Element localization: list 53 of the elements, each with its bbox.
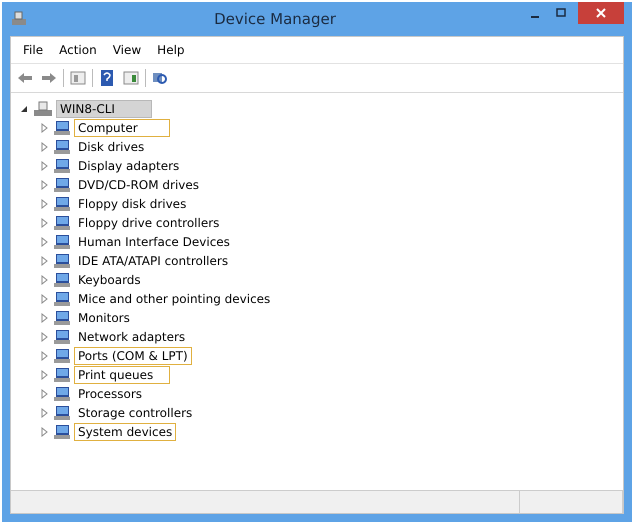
device-icon [53, 366, 71, 382]
tree-item[interactable]: Network adapters [74, 328, 190, 346]
device-icon [53, 252, 71, 268]
device-icon [53, 310, 71, 326]
collapse-arrow-icon[interactable] [19, 104, 29, 114]
device-icon [53, 138, 71, 154]
tree-item[interactable]: System devices [74, 422, 176, 440]
back-arrow-icon [17, 72, 33, 84]
close-icon [596, 8, 606, 18]
panel-icon [123, 71, 139, 85]
window-title: Device Manager [213, 10, 337, 28]
tree-item[interactable]: Mice and other pointing devices [74, 290, 274, 308]
device-icon [53, 424, 71, 440]
tree-item[interactable]: WIN8-CLI [56, 100, 152, 118]
tree-item[interactable]: Print queues [74, 366, 170, 384]
menu-item[interactable]: Help [149, 41, 193, 59]
device-icon [53, 290, 71, 306]
tree-item[interactable]: Floppy drive controllers [74, 214, 224, 232]
tree-item[interactable]: Human Interface Devices [74, 232, 234, 250]
device-icon [53, 348, 71, 364]
tree-item[interactable]: Monitors [74, 308, 134, 326]
tree-item[interactable]: Computer [74, 118, 170, 136]
close-button[interactable] [578, 2, 624, 24]
menu-item[interactable]: View [104, 41, 150, 59]
tree-item[interactable]: Display adapters [74, 156, 184, 174]
device-icon [53, 272, 71, 288]
tree-item[interactable]: DVD/CD-ROM drives [74, 176, 204, 194]
device-icon [53, 196, 71, 212]
device-icon [53, 404, 71, 420]
tree-item[interactable]: Ports (COM & LPT) [74, 346, 192, 364]
device-icon [53, 386, 71, 402]
device-icon [53, 120, 71, 136]
tree-item[interactable]: Disk drives [74, 138, 148, 156]
tree-item[interactable]: IDE ATA/ATAPI controllers [74, 252, 232, 270]
device-icon [53, 158, 71, 174]
minimize-icon [531, 16, 539, 18]
tree-item[interactable]: Keyboards [74, 270, 145, 288]
device-icon [53, 234, 71, 250]
maximize-icon [556, 8, 566, 18]
computer-icon [33, 100, 53, 116]
forward-arrow-icon [41, 72, 57, 84]
menu-item[interactable]: File [15, 41, 52, 59]
tree-item[interactable]: Processors [74, 384, 146, 402]
tree-item[interactable]: Storage controllers [74, 404, 196, 422]
tree-item[interactable]: Floppy disk drives [74, 194, 190, 212]
app-icon [10, 11, 28, 27]
device-icon [53, 214, 71, 230]
menu-item[interactable]: Action [51, 41, 105, 59]
scan-icon [152, 70, 168, 86]
help-icon [101, 70, 113, 86]
device-icon [53, 328, 71, 344]
panel-icon [70, 71, 86, 85]
device-icon [53, 176, 71, 192]
